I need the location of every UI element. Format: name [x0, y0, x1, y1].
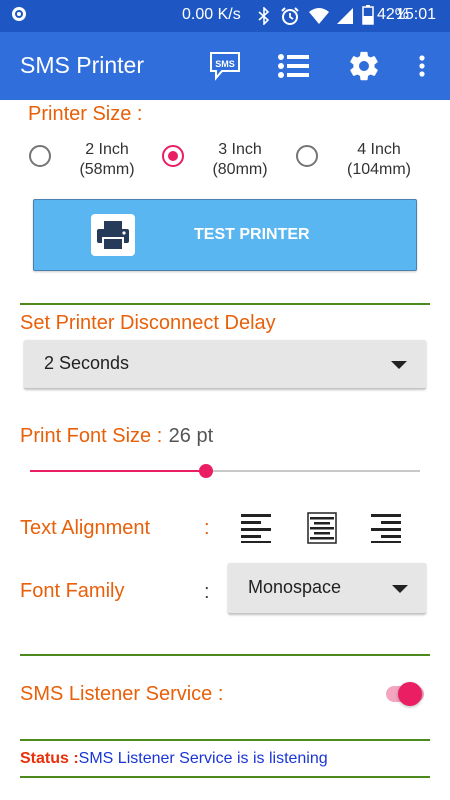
disconnect-delay-value: 2 Seconds: [44, 353, 130, 373]
printer-icon: [91, 214, 135, 256]
align-center-icon[interactable]: [306, 512, 338, 544]
radio-3-inch-mm: (80mm): [212, 161, 268, 178]
slider-thumb[interactable]: [198, 464, 213, 478]
divider: [20, 776, 430, 778]
app-title: SMS Printer: [20, 52, 144, 78]
align-right-icon[interactable]: [370, 512, 402, 544]
slider-fill: [30, 470, 206, 472]
clock: 15:01: [396, 6, 437, 23]
signal-icon: [337, 8, 353, 24]
chevron-down-icon: [391, 361, 407, 369]
test-printer-label: TEST PRINTER: [194, 226, 310, 243]
font-family-label: Font Family: [20, 580, 125, 602]
settings-content: Printer Size : 2 Inch (58mm) 3 Inch (80m…: [0, 100, 450, 800]
radio-2-inch-label[interactable]: 2 Inch (58mm): [70, 140, 144, 180]
radio-4-inch[interactable]: [296, 145, 318, 167]
wifi-icon: [309, 8, 329, 24]
status-line: Status :SMS Listener Service is is liste…: [20, 750, 328, 768]
more-vert-icon[interactable]: [414, 48, 430, 84]
text-alignment-colon: :: [204, 517, 210, 539]
font-size-row: Print Font Size : 26 pt: [20, 423, 213, 448]
radio-3-inch[interactable]: [162, 145, 184, 167]
network-speed: 0.00 K/s: [182, 6, 241, 23]
radio-3-inch-label[interactable]: 3 Inch (80mm): [203, 140, 277, 180]
text-alignment-label: Text Alignment: [20, 517, 151, 539]
sms-listener-label: SMS Listener Service :: [20, 683, 224, 705]
font-family-colon: :: [204, 581, 210, 603]
divider: [20, 303, 430, 305]
radio-4-inch-mm: (104mm): [346, 161, 411, 178]
app-bar: SMS Printer SMS: [0, 32, 450, 100]
disconnect-delay-dropdown[interactable]: 2 Seconds: [24, 340, 426, 389]
gear-icon[interactable]: [346, 48, 382, 84]
font-size-value: 26 pt: [168, 425, 214, 447]
sms-listener-toggle-thumb[interactable]: [398, 682, 422, 706]
divider: [20, 739, 430, 741]
disconnect-delay-label: Set Printer Disconnect Delay: [20, 312, 276, 334]
notification-dot-icon: [12, 7, 26, 21]
printer-size-label: Printer Size :: [28, 103, 143, 125]
radio-4-inch-label[interactable]: 4 Inch (104mm): [337, 140, 421, 180]
align-left-icon[interactable]: [240, 512, 272, 544]
list-icon[interactable]: [277, 48, 311, 84]
font-size-label: Print Font Size :: [20, 425, 163, 447]
radio-2-inch[interactable]: [29, 145, 51, 167]
alarm-icon: [281, 7, 299, 25]
status-text: SMS Listener Service is is listening: [78, 750, 328, 767]
test-printer-button[interactable]: TEST PRINTER: [33, 199, 417, 271]
radio-4-inch-size: 4 Inch: [357, 141, 401, 158]
radio-3-inch-size: 3 Inch: [218, 141, 262, 158]
radio-2-inch-mm: (58mm): [79, 161, 135, 178]
font-size-slider[interactable]: [30, 464, 420, 478]
battery-icon: [362, 5, 374, 25]
font-family-dropdown[interactable]: Monospace: [228, 563, 426, 614]
sms-icon[interactable]: SMS: [208, 48, 242, 84]
divider: [20, 654, 430, 656]
status-label: Status :: [20, 750, 79, 767]
status-bar: 0.00 K/s 42% 15:01: [0, 0, 450, 32]
bluetooth-icon: [258, 7, 270, 25]
font-family-value: Monospace: [248, 577, 342, 597]
radio-2-inch-size: 2 Inch: [85, 141, 129, 158]
chevron-down-icon: [392, 585, 408, 593]
sms-icon-label: SMS: [215, 59, 235, 69]
